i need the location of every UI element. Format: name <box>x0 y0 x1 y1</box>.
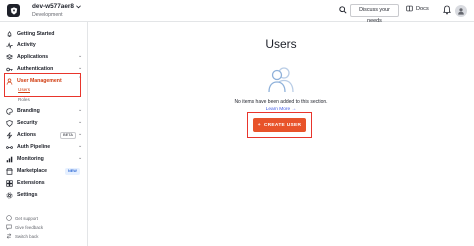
sidebar-item-applications[interactable]: Applications <box>6 52 48 62</box>
key-icon <box>6 66 13 73</box>
activity-icon <box>6 41 13 49</box>
sidebar-item-security[interactable]: Security <box>6 118 37 128</box>
get-support-link[interactable]: Get support <box>6 215 38 221</box>
sidebar-item-label: Marketplace <box>17 168 47 174</box>
sidebar-item-label: Activity <box>17 42 36 48</box>
avatar[interactable] <box>455 5 467 17</box>
main-content: Users No items have been added to this s… <box>88 22 474 246</box>
pipeline-icon <box>6 144 13 151</box>
shield-icon <box>6 119 13 127</box>
sidebar-item-getting-started[interactable]: Getting Started <box>6 29 54 39</box>
auth0-logo-icon[interactable] <box>7 4 20 17</box>
layers-icon <box>6 53 13 61</box>
bolt-icon <box>6 131 13 139</box>
sidebar-item-label: Settings <box>17 192 38 198</box>
switch-icon <box>6 233 12 239</box>
switch-back-link[interactable]: Switch back <box>6 233 38 239</box>
help-icon <box>6 215 12 221</box>
chevron-down-icon[interactable]: ⌄ <box>78 143 82 149</box>
create-user-button[interactable]: + CREATE USER <box>253 118 306 132</box>
tenant-name: dev-w577aer8 <box>32 3 74 10</box>
gear-icon <box>6 191 13 199</box>
give-feedback-label: Give feedback <box>15 224 44 230</box>
book-icon <box>406 5 413 12</box>
sidebar-item-extensions[interactable]: Extensions <box>6 178 45 188</box>
tenant-environment: Development <box>32 12 63 18</box>
sidebar-item-branding[interactable]: Branding <box>6 106 40 116</box>
sidebar-item-label: Applications <box>17 54 49 60</box>
chevron-down-icon[interactable]: ⌄ <box>78 53 82 59</box>
chat-icon <box>6 224 12 230</box>
sidebar-subitem-roles[interactable]: Roles <box>18 97 30 102</box>
sidebar-item-label: Monitoring <box>17 156 44 162</box>
create-user-label: CREATE USER <box>263 122 302 128</box>
sidebar-item-marketplace[interactable]: Marketplace <box>6 166 47 176</box>
chevron-down-icon[interactable]: ⌄ <box>78 119 82 125</box>
plus-icon: + <box>257 122 261 128</box>
sidebar-item-label: Extensions <box>17 180 45 186</box>
give-feedback-link[interactable]: Give feedback <box>6 224 43 230</box>
users-icon <box>268 67 294 93</box>
tenant-switcher[interactable]: dev-w577aer8 Development <box>32 2 81 20</box>
sidebar-item-auth-pipeline[interactable]: Auth Pipeline <box>6 142 50 152</box>
sidebar-item-label: Actions <box>17 132 37 138</box>
empty-state-message: No items have been added to this section… <box>234 99 328 105</box>
chevron-down-icon[interactable]: ⌄ <box>78 107 82 113</box>
sidebar-item-label: Auth Pipeline <box>17 144 51 150</box>
sidebar: Getting Started Activity Applications ⌄ … <box>0 22 88 246</box>
chevron-down-icon[interactable]: ⌄ <box>78 155 82 161</box>
user-avatar-icon <box>458 8 464 15</box>
palette-icon <box>6 107 13 115</box>
bell-icon[interactable] <box>443 5 451 15</box>
discuss-needs-button[interactable]: Discuss your needs <box>350 4 399 24</box>
search-icon[interactable] <box>339 6 347 14</box>
chevron-down-icon <box>76 4 81 8</box>
chevron-down-icon[interactable]: ⌄ <box>78 65 82 71</box>
sidebar-item-label: Authentication <box>17 66 54 72</box>
user-management-highlight-box <box>4 73 81 97</box>
sidebar-item-label: Security <box>17 120 38 126</box>
sidebar-item-label: Getting Started <box>17 31 55 37</box>
chevron-down-icon[interactable]: ⌄ <box>78 131 82 137</box>
sidebar-item-actions[interactable]: Actions <box>6 130 36 140</box>
store-icon <box>6 167 13 175</box>
page-title: Users <box>265 37 297 51</box>
monitoring-icon <box>6 156 13 163</box>
sidebar-item-monitoring[interactable]: Monitoring <box>6 154 44 164</box>
extensions-icon <box>6 179 13 187</box>
docs-label: Docs <box>416 5 429 12</box>
new-badge: NEW <box>65 168 80 175</box>
sidebar-item-activity[interactable]: Activity <box>6 40 36 50</box>
rocket-icon <box>6 30 13 38</box>
get-support-label: Get support <box>15 215 38 221</box>
top-bar: dev-w577aer8 Development Discuss your ne… <box>0 0 474 24</box>
beta-badge: BETA <box>60 132 77 139</box>
docs-link[interactable]: Docs <box>406 5 429 12</box>
sidebar-item-label: Branding <box>17 108 40 114</box>
switch-back-label: Switch back <box>15 233 39 239</box>
sidebar-item-settings[interactable]: Settings <box>6 190 37 200</box>
